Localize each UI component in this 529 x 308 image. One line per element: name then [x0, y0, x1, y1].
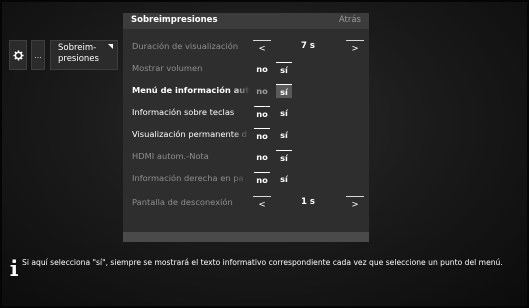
option-si[interactable]: sí: [276, 62, 292, 76]
setting-value: 7 s: [301, 41, 315, 51]
setting-row-key-info[interactable]: Información sobre teclas no sí: [123, 103, 369, 123]
setting-label: Mostrar volumen: [132, 63, 203, 73]
setting-row-auto-info-menu[interactable]: Menú de información autom no sí: [123, 81, 369, 101]
increase-button[interactable]: >: [346, 196, 364, 210]
setting-row-hdmi-auto-note[interactable]: HDMI autom.-Nota no sí: [123, 147, 369, 167]
setting-label: Menú de información autom: [132, 85, 250, 95]
option-si[interactable]: sí: [276, 84, 292, 98]
setting-value: 1 s: [301, 197, 315, 207]
panel-footer: [123, 232, 369, 242]
option-si[interactable]: sí: [276, 106, 292, 120]
panel-header: Sobreimpresiones Atrás: [123, 13, 369, 29]
more-label: ...: [34, 50, 42, 60]
option-no[interactable]: no: [254, 106, 270, 120]
setting-row-off-screen[interactable]: Pantalla de desconexión < 1 s >: [123, 193, 369, 213]
option-si[interactable]: sí: [276, 128, 292, 142]
setting-row-permanent-display[interactable]: Visualización permanente d no sí: [123, 125, 369, 145]
option-no[interactable]: no: [254, 62, 270, 76]
setting-label: Visualización permanente d: [132, 129, 248, 139]
corner-arrow-icon: [108, 44, 113, 49]
overlay-settings-panel: Sobreimpresiones Atrás Duración de visua…: [123, 13, 369, 242]
gear-icon: [12, 49, 24, 61]
setting-label: Pantalla de desconexión: [132, 197, 233, 207]
setting-row-show-volume[interactable]: Mostrar volumen no sí: [123, 59, 369, 79]
info-icon: [10, 259, 18, 276]
setting-label: Duración de visualización: [132, 41, 239, 51]
info-text: Si aquí selecciona "sí", siempre se most…: [22, 258, 503, 267]
option-si[interactable]: sí: [276, 172, 292, 186]
setting-row-display-duration[interactable]: Duración de visualización < 7 s >: [123, 37, 369, 57]
option-no[interactable]: no: [254, 150, 270, 164]
setting-label: Información sobre teclas: [132, 107, 235, 117]
more-button[interactable]: ...: [31, 40, 45, 70]
option-no[interactable]: no: [254, 128, 270, 142]
decrease-button[interactable]: <: [253, 40, 271, 54]
setting-label: Información derecha en pa: [132, 173, 244, 183]
option-no[interactable]: no: [254, 172, 270, 186]
back-button[interactable]: Atrás: [339, 15, 361, 25]
decrease-button[interactable]: <: [253, 196, 271, 210]
settings-gear-button[interactable]: [9, 40, 27, 70]
panel-title: Sobreimpresiones: [131, 15, 218, 25]
option-si[interactable]: sí: [276, 150, 292, 164]
setting-row-right-info[interactable]: Información derecha en pa no sí: [123, 169, 369, 189]
setting-label: HDMI autom.-Nota: [132, 151, 209, 161]
category-sobreimpresiones-button[interactable]: Sobreim- presiones: [50, 40, 118, 70]
option-no[interactable]: no: [254, 84, 270, 98]
increase-button[interactable]: >: [346, 40, 364, 54]
